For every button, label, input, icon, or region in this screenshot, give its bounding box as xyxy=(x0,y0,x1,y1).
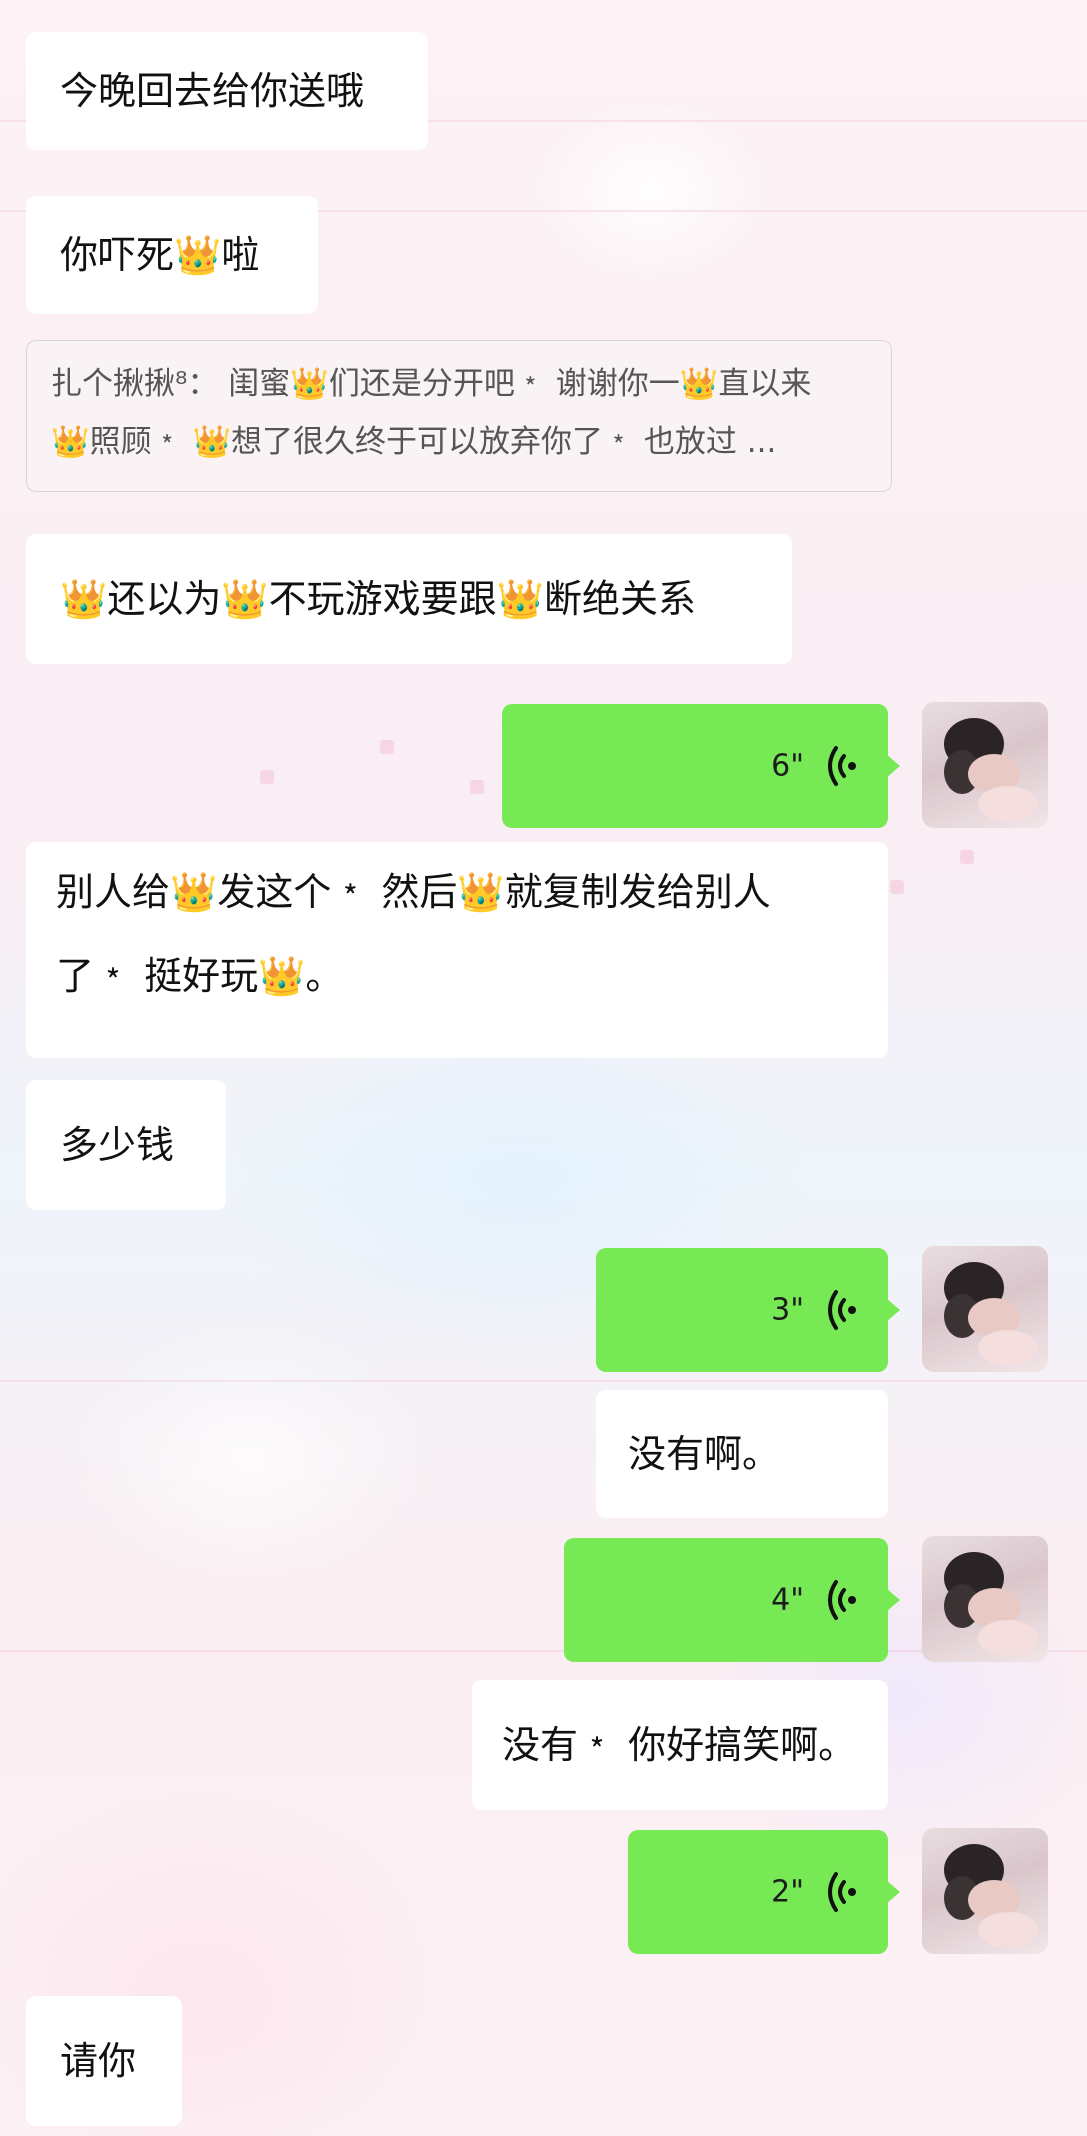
background-dot xyxy=(470,780,484,794)
outgoing-voice-message[interactable]: 2" xyxy=(628,1830,900,1954)
quote-line: 扎个揪揪⁸： 闺蜜👑们还是分开吧﹡ 谢谢你一👑直以来 xyxy=(51,366,812,402)
bubble-tail xyxy=(886,1588,900,1612)
incoming-text-message[interactable]: 多少钱 xyxy=(26,1080,226,1210)
background-dot xyxy=(260,770,274,784)
user-avatar[interactable] xyxy=(922,702,1048,828)
bubble-tail xyxy=(886,1298,900,1322)
background-dot xyxy=(380,740,394,754)
outgoing-text-message[interactable]: 没有﹡ 你好搞笑啊。 xyxy=(472,1680,888,1810)
incoming-text-message[interactable]: 今晚回去给你送哦 xyxy=(26,32,428,150)
voice-duration: 2" xyxy=(771,1874,804,1910)
quoted-message-preview[interactable]: 扎个揪揪⁸： 闺蜜👑们还是分开吧﹡ 谢谢你一👑直以来 👑照顾﹡ 👑想了很久终于可… xyxy=(26,340,892,492)
voice-wave-icon xyxy=(828,746,856,786)
message-line: 了﹡ 挺好玩👑。 xyxy=(56,954,344,998)
user-avatar[interactable] xyxy=(922,1246,1048,1372)
incoming-text-message[interactable]: 请你 xyxy=(26,1996,182,2126)
user-avatar[interactable] xyxy=(922,1536,1048,1662)
voice-duration: 3" xyxy=(771,1292,804,1328)
voice-wave-icon xyxy=(828,1290,856,1330)
avatar-image xyxy=(944,718,1038,822)
quote-line: 👑照顾﹡ 👑想了很久终于可以放弃你了﹡ 也放过 ... xyxy=(51,424,777,460)
background-stripe xyxy=(0,1380,1087,1382)
bubble-tail xyxy=(886,754,900,778)
user-avatar[interactable] xyxy=(922,1828,1048,1954)
voice-duration: 4" xyxy=(771,1582,804,1618)
outgoing-text-message[interactable]: 没有啊。 xyxy=(596,1390,888,1518)
outgoing-voice-message[interactable]: 3" xyxy=(596,1248,900,1372)
bubble-tail xyxy=(886,1880,900,1904)
outgoing-voice-message[interactable]: 4" xyxy=(564,1538,900,1662)
voice-wave-icon xyxy=(828,1872,856,1912)
incoming-text-message[interactable]: 别人给👑发这个﹡ 然后👑就复制发给别人 了﹡ 挺好玩👑。 xyxy=(26,842,888,1058)
voice-duration: 6" xyxy=(771,748,804,784)
background-dot xyxy=(960,850,974,864)
message-line: 别人给👑发这个﹡ 然后👑就复制发给别人 xyxy=(56,870,771,914)
outgoing-voice-message[interactable]: 6" xyxy=(502,704,900,828)
incoming-text-message[interactable]: 你吓死👑啦 xyxy=(26,196,318,314)
incoming-text-message[interactable]: 👑还以为👑不玩游戏要跟👑断绝关系 xyxy=(26,534,792,664)
chat-background xyxy=(0,0,1087,2136)
avatar-image xyxy=(944,1552,1038,1656)
voice-wave-icon xyxy=(828,1580,856,1620)
background-dot xyxy=(890,880,904,894)
avatar-image xyxy=(944,1844,1038,1948)
avatar-image xyxy=(944,1262,1038,1366)
